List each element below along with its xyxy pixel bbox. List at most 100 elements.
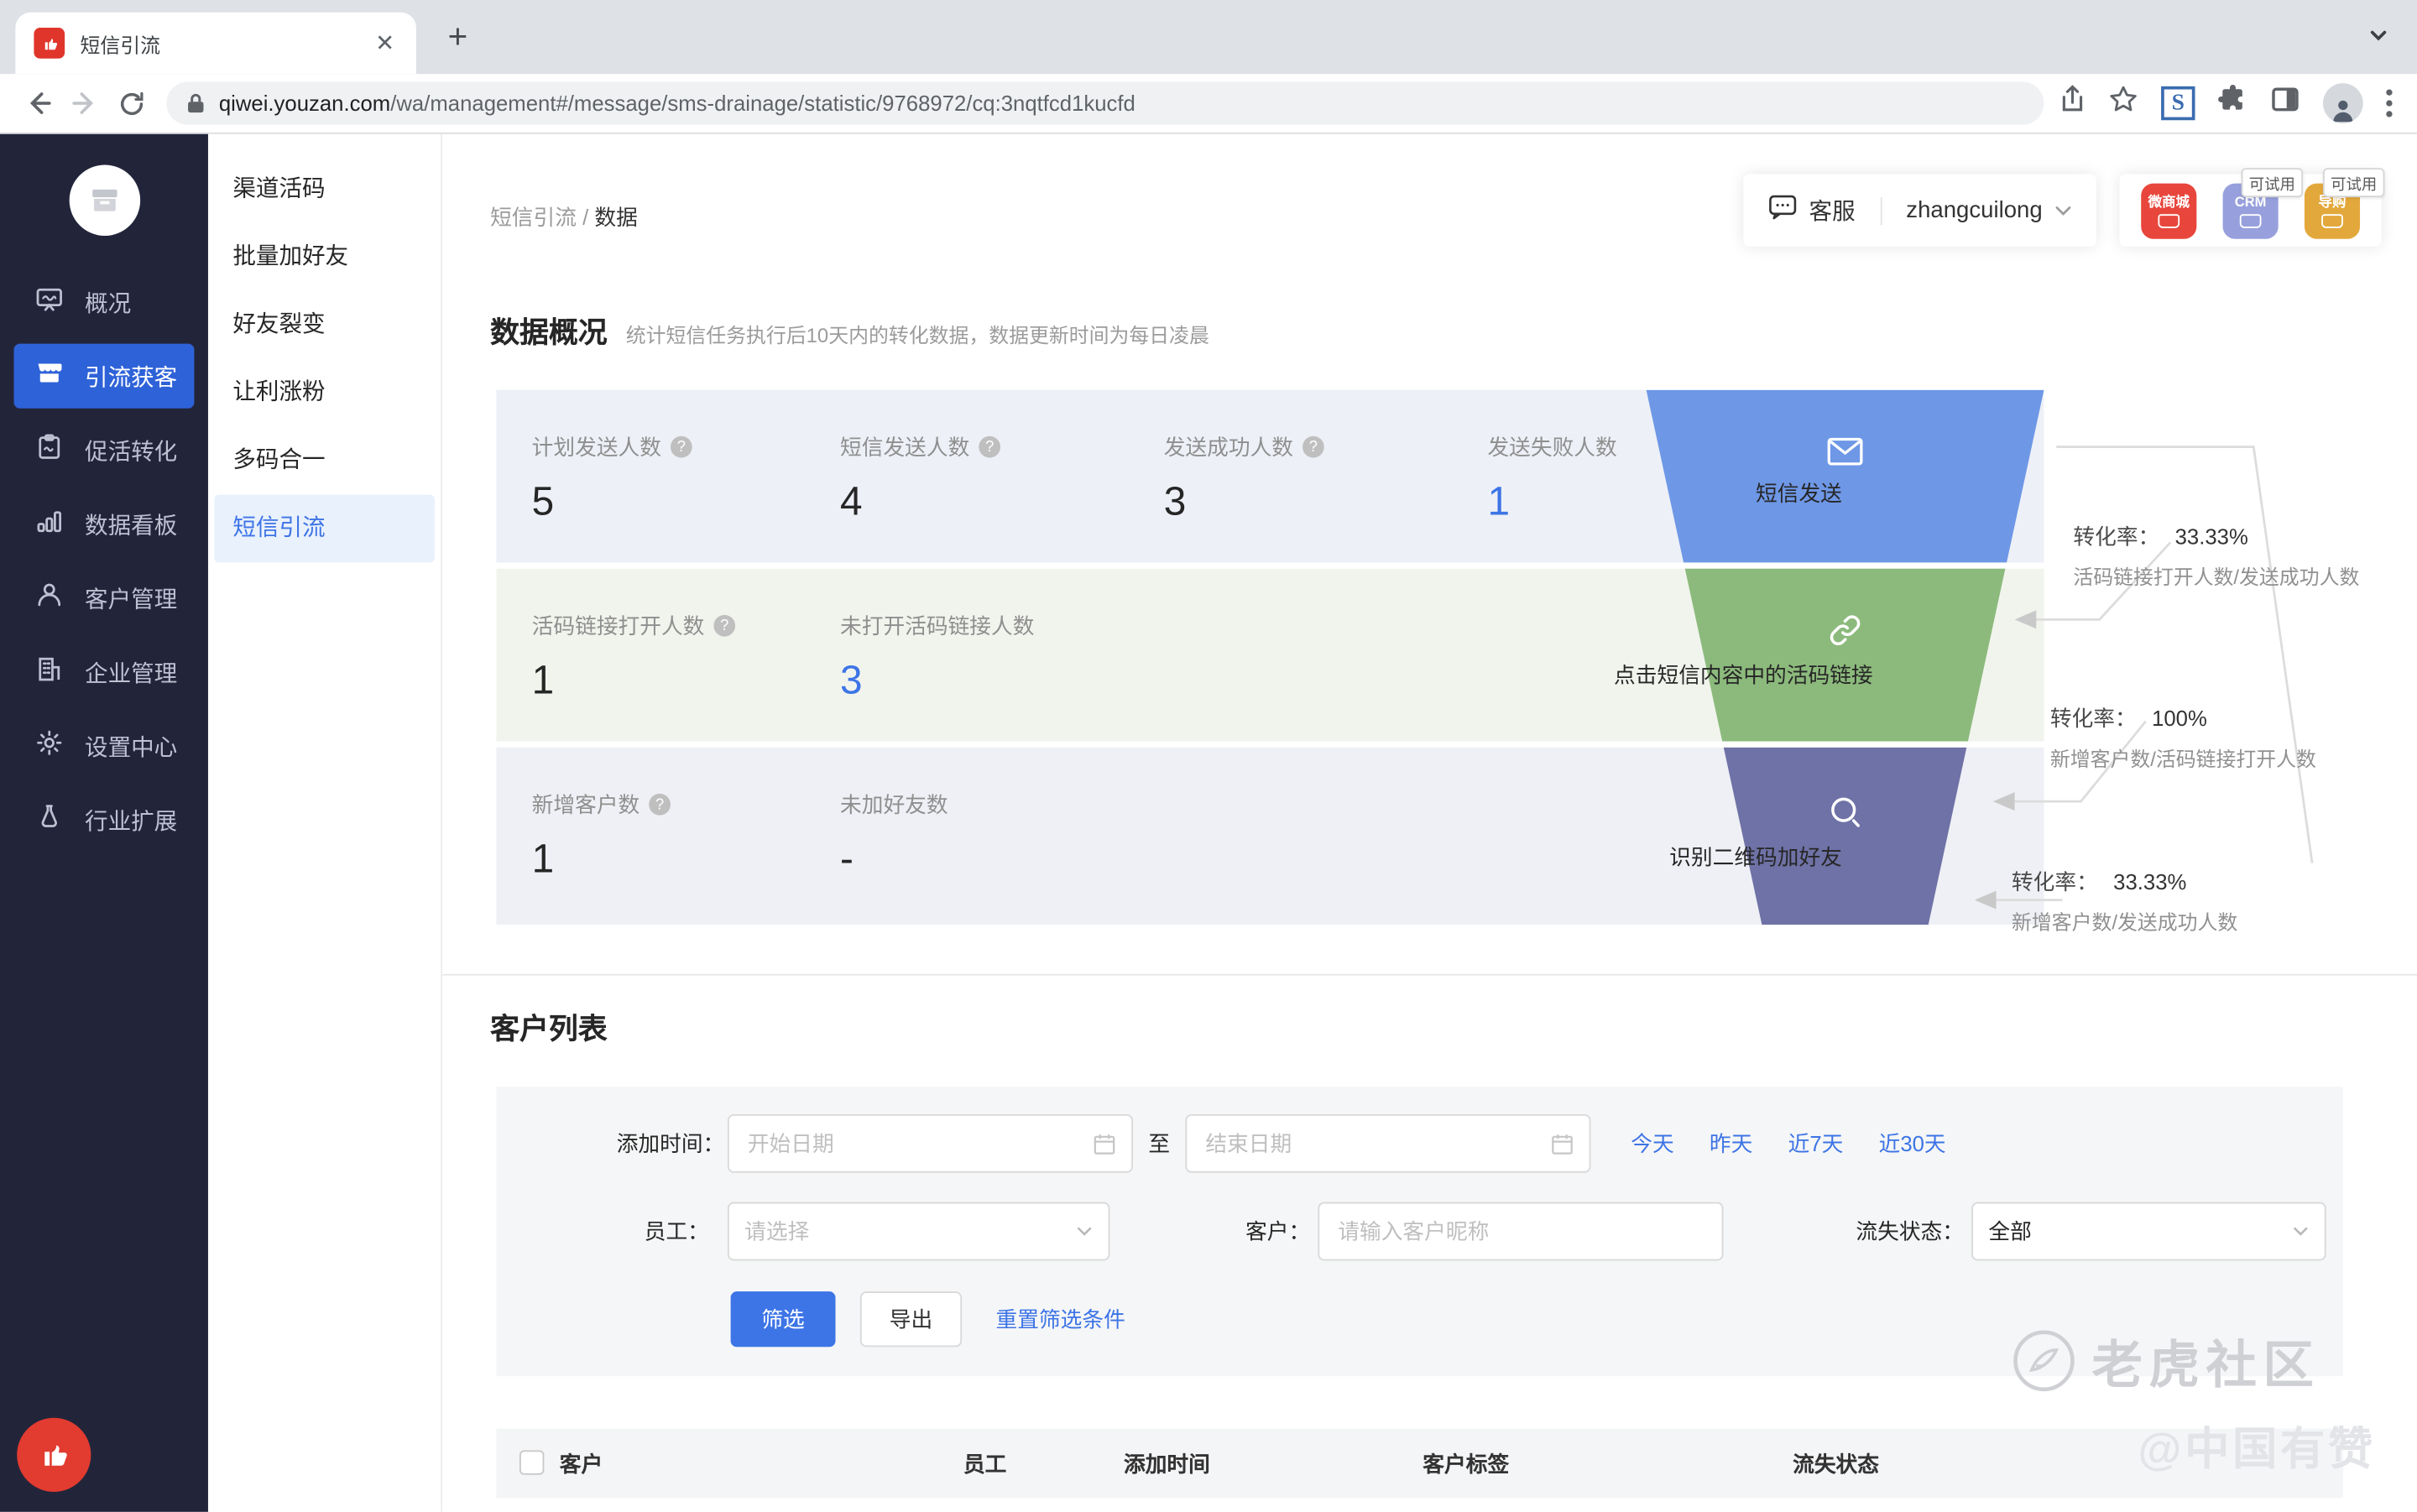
conversion-formula: 活码链接打开人数/发送成功人数 (2073, 561, 2417, 591)
quick-range-30days[interactable]: 近30天 (1879, 1128, 1946, 1159)
browser-toolbar: qiwei.youzan.com/wa/management#/message/… (0, 74, 2417, 134)
section-divider (442, 974, 2417, 976)
username[interactable]: zhangcuilong (1906, 197, 2042, 223)
col-customer: 客户 (560, 1449, 603, 1480)
sidebar-item-label: 引流获客 (85, 360, 177, 393)
quick-range-yesterday[interactable]: 昨天 (1710, 1128, 1752, 1159)
conversion-rate-1: 转化率：33.33% 活码链接打开人数/发送成功人数 (2073, 521, 2417, 591)
back-icon[interactable] (15, 81, 61, 127)
help-icon[interactable]: ? (649, 794, 671, 816)
help-icon[interactable]: ? (671, 436, 692, 458)
churn-status-label: 流失状态： (1779, 1216, 1964, 1247)
quick-range-today[interactable]: 今天 (1631, 1128, 1673, 1159)
submenu-item-channel-qr[interactable]: 渠道活码 (208, 156, 441, 224)
tab-search-chevron-icon[interactable] (2367, 24, 2389, 54)
gear-icon (34, 727, 65, 764)
shop-avatar[interactable] (69, 165, 139, 236)
sidebar-item-settings[interactable]: 设置中心 (0, 709, 208, 783)
staff-select[interactable]: 请选择 (728, 1202, 1110, 1261)
churn-status-select[interactable]: 全部 (1971, 1202, 2326, 1261)
side-panel-icon[interactable] (2271, 85, 2300, 122)
bar-chart-icon (34, 505, 65, 542)
sidebar-item-label: 企业管理 (85, 656, 177, 689)
share-icon[interactable] (2059, 85, 2086, 122)
stat-value-link[interactable]: 1 (1487, 477, 1616, 525)
conversion-formula: 新增客户数/活码链接打开人数 (2050, 743, 2417, 772)
bookmark-star-icon[interactable] (2109, 85, 2138, 122)
trial-badge: 可试用 (2242, 167, 2303, 196)
end-date-input[interactable] (1185, 1114, 1590, 1173)
sidebar-item-enterprise[interactable]: 企业管理 (0, 635, 208, 709)
menu-kebab-icon[interactable] (2386, 90, 2392, 117)
chevron-down-icon[interactable] (2054, 196, 2071, 224)
sidebar-item-acquisition[interactable]: 引流获客 (14, 344, 195, 409)
sidebar-item-activation[interactable]: 促活转化 (0, 413, 208, 487)
sidebar-item-label: 客户管理 (85, 581, 177, 614)
storefront-icon (34, 357, 65, 394)
person-icon (34, 580, 65, 617)
member-icon (2240, 213, 2262, 227)
app-badge-weimall[interactable]: 微商城 (2141, 183, 2196, 238)
sidebar-item-dashboard[interactable]: 数据看板 (0, 487, 208, 560)
profile-icon[interactable] (2323, 83, 2363, 123)
select-all-checkbox[interactable] (519, 1450, 544, 1474)
overview-subtitle: 统计短信任务执行后10天内的转化数据，数据更新时间为每日凌晨 (626, 319, 1209, 348)
new-tab-button[interactable]: + (438, 18, 478, 59)
youzan-thumb-icon[interactable] (17, 1418, 91, 1492)
browser-tab[interactable]: 短信引流 ✕ (15, 13, 416, 74)
sidebar-item-label: 概况 (85, 286, 131, 319)
sidebar-item-industry[interactable]: 行业扩展 (0, 783, 208, 857)
app-badge-crm[interactable]: CRM 可试用 (2223, 183, 2279, 238)
churn-status-value: 全部 (1988, 1216, 2031, 1247)
submenu-item-friend-fission[interactable]: 好友裂变 (208, 291, 441, 359)
submenu-item-discount-fans[interactable]: 让利涨粉 (208, 359, 441, 427)
stat-value: 3 (1164, 477, 1324, 525)
divider (1880, 196, 1882, 224)
reset-filters-link[interactable]: 重置筛选条件 (996, 1304, 1125, 1335)
stat-label: 发送成功人数 (1164, 431, 1293, 462)
support-button[interactable]: 客服 (1767, 194, 1856, 227)
submenu-item-multi-code[interactable]: 多码合一 (208, 427, 441, 495)
url-host: qiwei.youzan.com (219, 91, 390, 115)
conversion-rate-value: 100% (2152, 706, 2207, 730)
help-icon[interactable]: ? (1302, 436, 1324, 458)
watermark-brand: @中国有赞 (2138, 1413, 2376, 1478)
stat-value-link[interactable]: 3 (840, 656, 1034, 704)
stat-label: 活码链接打开人数 (532, 610, 705, 641)
toolbar-actions: S (2059, 83, 2402, 123)
sidebar-item-overview[interactable]: 概况 (0, 265, 208, 339)
s-extension-icon[interactable]: S (2161, 86, 2195, 120)
help-icon[interactable]: ? (713, 615, 735, 637)
submenu-item-sms-drainage[interactable]: 短信引流 (214, 495, 435, 563)
sidebar-item-label: 促活转化 (85, 434, 177, 467)
stats-row-link-open: 活码链接打开人数? 1 未打开活码链接人数 3 (496, 569, 2044, 742)
sidebar-item-label: 设置中心 (85, 730, 177, 763)
app-badge-guide[interactable]: 导购 可试用 (2305, 183, 2360, 238)
filter-button[interactable]: 筛选 (731, 1291, 836, 1347)
sidebar-item-label: 行业扩展 (85, 804, 177, 837)
dashboard-icon (34, 284, 65, 321)
submenu-item-batch-add[interactable]: 批量加好友 (208, 223, 441, 291)
breadcrumb: 短信引流 / 数据 (490, 202, 638, 233)
staff-label: 员工： (496, 1216, 708, 1247)
customer-nickname-input[interactable] (1318, 1202, 1723, 1261)
stat-value: 4 (840, 477, 1000, 525)
extensions-puzzle-icon[interactable] (2218, 85, 2247, 122)
breadcrumb-current: 数据 (594, 205, 637, 229)
tab-close-icon[interactable]: ✕ (372, 29, 397, 57)
start-date-input[interactable] (728, 1114, 1133, 1173)
main-content: 短信引流 / 数据 客服 zhangcuilong (442, 134, 2417, 1512)
sidebar-item-customers[interactable]: 客户管理 (0, 561, 208, 635)
col-tags: 客户标签 (1423, 1449, 1509, 1480)
breadcrumb-parent[interactable]: 短信引流 (490, 205, 577, 229)
reload-icon[interactable] (108, 81, 154, 127)
help-icon[interactable]: ? (979, 436, 1000, 458)
account-card: 客服 zhangcuilong (1743, 175, 2096, 247)
conversion-formula: 新增客户数/发送成功人数 (2012, 906, 2413, 936)
export-button[interactable]: 导出 (860, 1291, 962, 1347)
sidebar-item-label: 数据看板 (85, 508, 177, 540)
stat-label: 发送失败人数 (1487, 431, 1616, 462)
forward-icon[interactable] (61, 81, 107, 127)
quick-range-7days[interactable]: 近7天 (1788, 1128, 1844, 1159)
url-bar[interactable]: qiwei.youzan.com/wa/management#/message/… (166, 81, 2044, 124)
